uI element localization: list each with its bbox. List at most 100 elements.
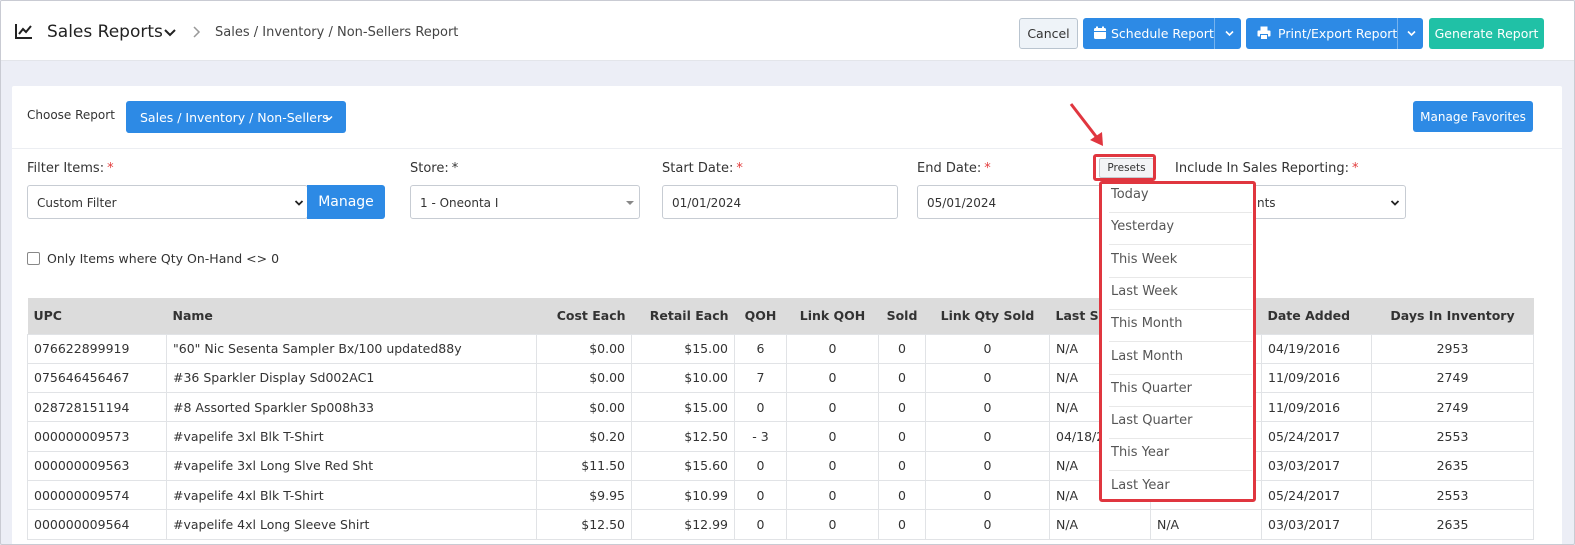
table-cell: 076622899919 [27, 333, 167, 364]
start-date-label: Start Date: * [662, 161, 743, 176]
preset-option[interactable]: Yesterday [1109, 213, 1252, 246]
table-cell: 000000009564 [27, 509, 167, 540]
chevron-down-icon [325, 115, 333, 121]
column-header[interactable]: Link Qty Sold [925, 298, 1050, 334]
table-cell: $9.95 [536, 479, 632, 511]
table-row[interactable]: 000000009564 #vapelife 4xl Long Sleeve Sh… [27, 509, 1534, 540]
table-cell: 7 [734, 362, 787, 394]
preset-option-label: This Quarter [1111, 380, 1192, 396]
column-header[interactable]: QOH [734, 298, 787, 334]
preset-option[interactable]: This Month [1109, 310, 1252, 343]
preset-option-label: Yesterday [1111, 219, 1175, 235]
preset-option[interactable]: Last Month [1109, 343, 1252, 375]
table-cell: $15.00 [631, 392, 735, 423]
table-cell: #vapelife 3xl Blk T-Shirt [166, 421, 537, 452]
table-cell: N/A [1150, 509, 1262, 540]
table-header-row: UPC Name Cost Each Retail Each QOH Link … [27, 298, 1534, 334]
column-header[interactable]: Retail Each [631, 298, 735, 334]
table-cell: 0 [878, 421, 926, 452]
preset-option[interactable]: This Year [1109, 439, 1252, 472]
end-date-label: End Date: * [917, 161, 991, 176]
table-cell: 04/19/2016 [1261, 333, 1372, 364]
top-header: Sales Reports Sales / Inventory / Non-Se… [1, 1, 1574, 61]
preset-option[interactable]: Last Week [1109, 278, 1252, 310]
schedule-report-button[interactable]: Schedule Report [1083, 18, 1241, 49]
table-cell: 03/03/2017 [1261, 509, 1372, 540]
include-sales-value: nts [1257, 196, 1276, 210]
filter-items-select[interactable]: Custom Filter [27, 185, 308, 219]
table-cell: 028728151194 [27, 392, 167, 423]
table-cell: 0 [786, 362, 879, 394]
table-body: 076622899919 "60" Nic Sesenta Sampler Bx/… [27, 333, 1534, 540]
table-row[interactable]: 000000009574 #vapelife 4xl Blk T-Shirt $9.… [27, 479, 1534, 511]
print-export-report-button[interactable]: Print/Export Report [1246, 18, 1423, 49]
table-cell: 000000009563 [27, 450, 167, 481]
manage-favorites-label: Manage Favorites [1420, 109, 1526, 124]
choose-report-label: Choose Report [27, 108, 115, 122]
table-cell: 05/24/2017 [1261, 479, 1372, 511]
table-row[interactable]: 028728151194 #8 Assorted Sparkler Sp008h3… [27, 392, 1534, 423]
report-select-label: Sales / Inventory / Non-Sellers [140, 110, 329, 125]
chevron-down-icon[interactable] [1224, 28, 1235, 39]
table-cell: 2553 [1371, 421, 1534, 452]
table-cell: 2553 [1371, 479, 1534, 511]
table-cell: 0 [734, 450, 787, 481]
table-row[interactable]: 076622899919 "60" Nic Sesenta Sampler Bx/… [27, 333, 1534, 364]
report-select-button[interactable]: Sales / Inventory / Non-Sellers [126, 101, 346, 133]
chevron-down-icon[interactable] [163, 26, 177, 40]
column-header[interactable]: Link QOH [786, 298, 879, 334]
end-date-input[interactable]: 05/01/2024 [917, 185, 1102, 219]
table-cell: 0 [786, 479, 879, 511]
column-header[interactable]: Name [166, 298, 537, 334]
table-cell: 000000009574 [27, 479, 167, 511]
preset-option[interactable]: This Quarter [1109, 375, 1252, 407]
table-cell: 0 [925, 450, 1050, 481]
cancel-button[interactable]: Cancel [1019, 18, 1078, 49]
table-row[interactable]: 000000009563 #vapelife 3xl Long Slve Red … [27, 450, 1534, 481]
include-sales-label: Include In Sales Reporting: * [1175, 161, 1359, 176]
preset-option[interactable]: Last Quarter [1109, 407, 1252, 440]
chevron-down-icon [294, 200, 304, 206]
column-header[interactable]: Date Added [1261, 298, 1372, 334]
printer-icon [1257, 26, 1271, 40]
preset-option-label: This Year [1111, 445, 1170, 461]
table-cell: 2635 [1371, 450, 1534, 481]
table-row[interactable]: 075646456467 #36 Sparkler Display Sd002AC… [27, 362, 1534, 394]
split-divider [1397, 18, 1398, 49]
table-cell: N/A [1049, 509, 1151, 540]
table-cell: #8 Assorted Sparkler Sp008h33 [166, 392, 537, 423]
table-cell: 05/24/2017 [1261, 421, 1372, 452]
table-row[interactable]: 000000009573 #vapelife 3xl Blk T-Shirt $0.… [27, 421, 1534, 452]
filter-items-label: Filter Items: * [27, 161, 114, 176]
start-date-input[interactable]: 01/01/2024 [662, 185, 898, 219]
store-label: Store: * [410, 161, 459, 176]
store-select[interactable]: 1 - Oneonta I [410, 185, 640, 219]
table-cell: $15.00 [631, 333, 735, 364]
table-cell: 0 [734, 479, 787, 511]
preset-option[interactable]: Today [1109, 181, 1252, 213]
table-cell: $0.00 [536, 362, 632, 394]
manage-favorites-button[interactable]: Manage Favorites [1413, 101, 1533, 132]
column-header[interactable]: UPC [27, 298, 167, 334]
manage-filter-button[interactable]: Manage [307, 185, 385, 219]
chevron-down-icon[interactable] [1406, 28, 1417, 39]
presets-highlight [1093, 154, 1156, 181]
generate-report-button[interactable]: Generate Report [1429, 18, 1544, 49]
schedule-report-label: Schedule Report [1111, 26, 1214, 41]
table-cell: 0 [878, 450, 926, 481]
column-header[interactable]: Cost Each [536, 298, 632, 334]
table-cell: #vapelife 4xl Long Sleeve Shirt [166, 509, 537, 540]
only-qty-checkbox[interactable] [27, 252, 40, 265]
table-cell: 0 [878, 392, 926, 423]
table-cell: 0 [786, 333, 879, 364]
preset-option[interactable]: Last Year [1109, 472, 1252, 504]
table-cell: 0 [734, 509, 787, 540]
table-cell: 0 [925, 509, 1050, 540]
table-cell: $0.00 [536, 392, 632, 423]
preset-option[interactable]: This Week [1109, 246, 1252, 278]
column-header[interactable]: Days In Inventory [1371, 298, 1534, 334]
chevron-down-icon [1390, 200, 1400, 206]
chevron-right-icon [193, 26, 201, 38]
column-header[interactable]: Sold [878, 298, 926, 334]
caret-down-icon [626, 201, 634, 205]
